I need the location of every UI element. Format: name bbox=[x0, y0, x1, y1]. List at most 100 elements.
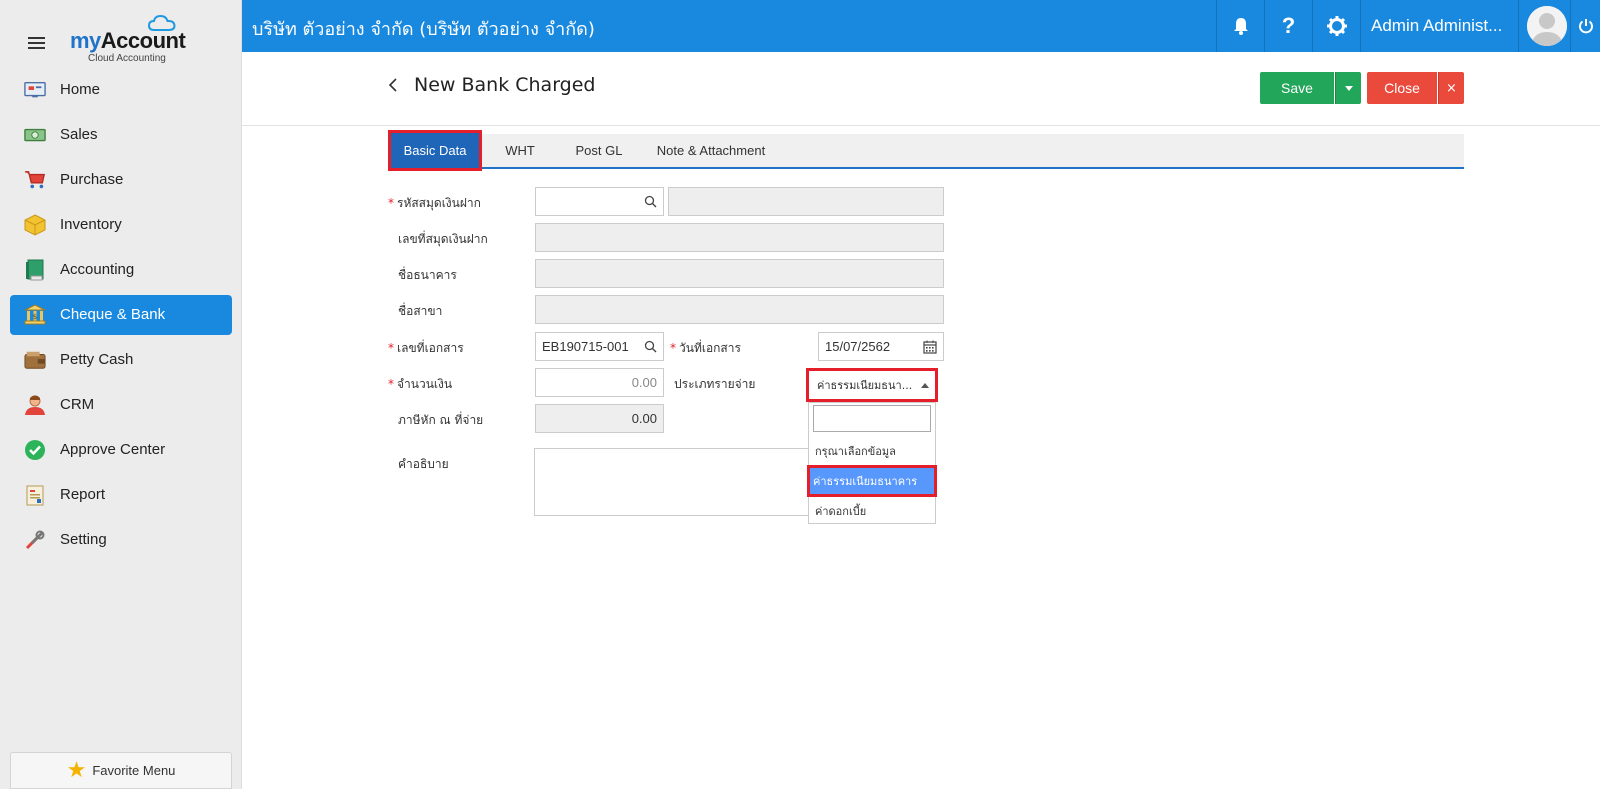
box-icon bbox=[24, 214, 46, 236]
sidebar-item-setting[interactable]: Setting bbox=[10, 520, 232, 560]
dropdown-option[interactable]: กรุณาเลือกข้อมูล bbox=[809, 437, 935, 465]
logo-subtitle: Cloud Accounting bbox=[88, 53, 166, 64]
logo-area: myAccount Cloud Accounting bbox=[0, 0, 242, 70]
check-circle-icon bbox=[24, 440, 46, 460]
passbook-code-label: * รหัสสมุดเงินฝาก bbox=[388, 196, 481, 210]
favorite-menu-label: Favorite Menu bbox=[92, 763, 176, 778]
tab-note-attachment[interactable]: Note & Attachment bbox=[644, 134, 778, 167]
chevron-left-icon[interactable] bbox=[388, 78, 398, 92]
logout-button[interactable] bbox=[1570, 0, 1600, 52]
favorite-menu-button[interactable]: ★ Favorite Menu bbox=[10, 752, 232, 789]
expense-type-dropdown: กรุณาเลือกข้อมูล ค่าธรรมเนียมธนาคาร ค่าด… bbox=[807, 402, 937, 525]
description-textarea[interactable] bbox=[534, 448, 814, 516]
top-bar-actions: ? Admin Administ... bbox=[1216, 0, 1600, 52]
doc-date-value: 15/07/2562 bbox=[825, 339, 891, 354]
hamburger-menu-icon[interactable] bbox=[28, 37, 45, 49]
sidebar-nav: Home Sales Purchase Inventory Accounting… bbox=[10, 70, 232, 565]
passbook-no-label: เลขที่สมุดเงินฝาก bbox=[398, 232, 488, 246]
wht-field: 0.00 bbox=[535, 404, 664, 433]
question-icon: ? bbox=[1281, 13, 1296, 38]
report-icon bbox=[24, 485, 46, 506]
star-icon: ★ bbox=[66, 757, 87, 783]
sidebar-item-label: Home bbox=[60, 81, 101, 98]
sidebar-item-report[interactable]: Report bbox=[10, 475, 232, 515]
search-icon[interactable] bbox=[644, 195, 657, 208]
expense-type-value: ค่าธรรมเนียมธนา... bbox=[817, 379, 913, 392]
sidebar-item-inventory[interactable]: Inventory bbox=[10, 205, 232, 245]
search-icon[interactable] bbox=[644, 340, 657, 353]
sidebar-item-label: Report bbox=[60, 486, 106, 503]
help-button[interactable]: ? bbox=[1264, 0, 1312, 52]
user-menu[interactable]: Admin Administ... bbox=[1360, 0, 1518, 52]
doc-date-input[interactable]: 15/07/2562 bbox=[818, 332, 944, 361]
person-icon bbox=[24, 395, 46, 415]
cash-icon bbox=[24, 125, 46, 145]
sidebar-item-cheque-bank[interactable]: $ Cheque & Bank bbox=[10, 295, 232, 335]
sidebar-item-label: Approve Center bbox=[60, 441, 166, 458]
settings-button[interactable] bbox=[1312, 0, 1360, 52]
page-title: New Bank Charged bbox=[414, 74, 596, 96]
passbook-code-input[interactable] bbox=[535, 187, 664, 216]
sidebar-item-purchase[interactable]: Purchase bbox=[10, 160, 232, 200]
sidebar-item-accounting[interactable]: Accounting bbox=[10, 250, 232, 290]
dropdown-search-input[interactable] bbox=[813, 405, 931, 432]
amount-label: * จำนวนเงิน bbox=[388, 377, 453, 391]
app-root: myAccount Cloud Accounting Home Sales Pu… bbox=[0, 0, 1600, 789]
tab-basic-data[interactable]: Basic Data bbox=[388, 130, 482, 171]
main-content: New Bank Charged Save Close × Basic Data… bbox=[242, 52, 1600, 789]
doc-no-value: EB190715-001 bbox=[542, 339, 629, 354]
sidebar-item-approve-center[interactable]: Approve Center bbox=[10, 430, 232, 470]
tab-bar: Basic Data WHT Post GL Note & Attachment bbox=[388, 130, 1464, 171]
branch-name-field bbox=[535, 295, 944, 324]
page-header: New Bank Charged Save Close × bbox=[242, 52, 1600, 126]
doc-no-input[interactable]: EB190715-001 bbox=[535, 332, 664, 361]
close-x-button[interactable]: × bbox=[1438, 72, 1464, 104]
sidebar-item-label: Petty Cash bbox=[60, 351, 134, 368]
bank-name-label: ชื่อธนาคาร bbox=[398, 268, 457, 282]
passbook-name-field bbox=[668, 187, 944, 216]
user-name: Admin Administ... bbox=[1371, 16, 1503, 35]
calendar-icon[interactable] bbox=[923, 340, 937, 354]
sidebar-item-label: Accounting bbox=[60, 261, 135, 278]
branch-name-label: ชื่อสาขา bbox=[398, 304, 443, 318]
expense-type-label: ประเภทรายจ่าย bbox=[674, 377, 756, 391]
amount-input[interactable]: 0.00 bbox=[535, 368, 664, 397]
notification-button[interactable] bbox=[1216, 0, 1264, 52]
sidebar-item-label: Inventory bbox=[60, 216, 122, 233]
bank-name-field bbox=[535, 259, 944, 288]
close-button[interactable]: Close bbox=[1367, 72, 1437, 104]
svg-text:$: $ bbox=[33, 313, 37, 321]
tab-wht[interactable]: WHT bbox=[490, 134, 550, 167]
save-button[interactable]: Save bbox=[1260, 72, 1334, 104]
company-name: บริษัท ตัวอย่าง จำกัด (บริษัท ตัวอย่าง จ… bbox=[252, 19, 595, 40]
cart-icon bbox=[24, 170, 46, 190]
passbook-no-field bbox=[535, 223, 944, 252]
sidebar-item-label: Cheque & Bank bbox=[60, 306, 166, 323]
doc-date-label: * วันที่เอกสาร bbox=[670, 341, 741, 355]
logo-text: myAccount bbox=[70, 28, 186, 54]
sidebar-item-home[interactable]: Home bbox=[10, 70, 232, 110]
caret-down-icon bbox=[1344, 85, 1353, 91]
sidebar-item-sales[interactable]: Sales bbox=[10, 115, 232, 155]
avatar-icon bbox=[1527, 6, 1567, 46]
sidebar-item-label: Purchase bbox=[60, 171, 124, 188]
gear-icon bbox=[1326, 16, 1347, 36]
tab-post-gl[interactable]: Post GL bbox=[560, 134, 638, 167]
caret-up-icon bbox=[921, 383, 929, 388]
sidebar: myAccount Cloud Accounting Home Sales Pu… bbox=[0, 0, 242, 789]
dropdown-option-selected[interactable]: ค่าธรรมเนียมธนาคาร bbox=[807, 465, 937, 497]
sidebar-item-petty-cash[interactable]: Petty Cash bbox=[10, 340, 232, 380]
doc-no-label: * เลขที่เอกสาร bbox=[388, 341, 464, 355]
expense-type-select[interactable]: ค่าธรรมเนียมธนา... bbox=[806, 368, 938, 402]
wht-label: ภาษีหัก ณ ที่จ่าย bbox=[398, 413, 484, 427]
save-options-button[interactable] bbox=[1335, 72, 1361, 104]
sidebar-item-label: Sales bbox=[60, 126, 98, 143]
book-icon bbox=[24, 259, 46, 281]
sidebar-item-crm[interactable]: CRM bbox=[10, 385, 232, 425]
top-bar: บริษัท ตัวอย่าง จำกัด (บริษัท ตัวอย่าง จ… bbox=[242, 0, 1600, 52]
sidebar-item-label: CRM bbox=[60, 396, 95, 413]
bell-icon bbox=[1233, 18, 1248, 35]
bank-icon: $ bbox=[24, 304, 46, 325]
avatar[interactable] bbox=[1518, 0, 1570, 52]
dropdown-option[interactable]: ค่าดอกเบี้ย bbox=[809, 497, 935, 525]
